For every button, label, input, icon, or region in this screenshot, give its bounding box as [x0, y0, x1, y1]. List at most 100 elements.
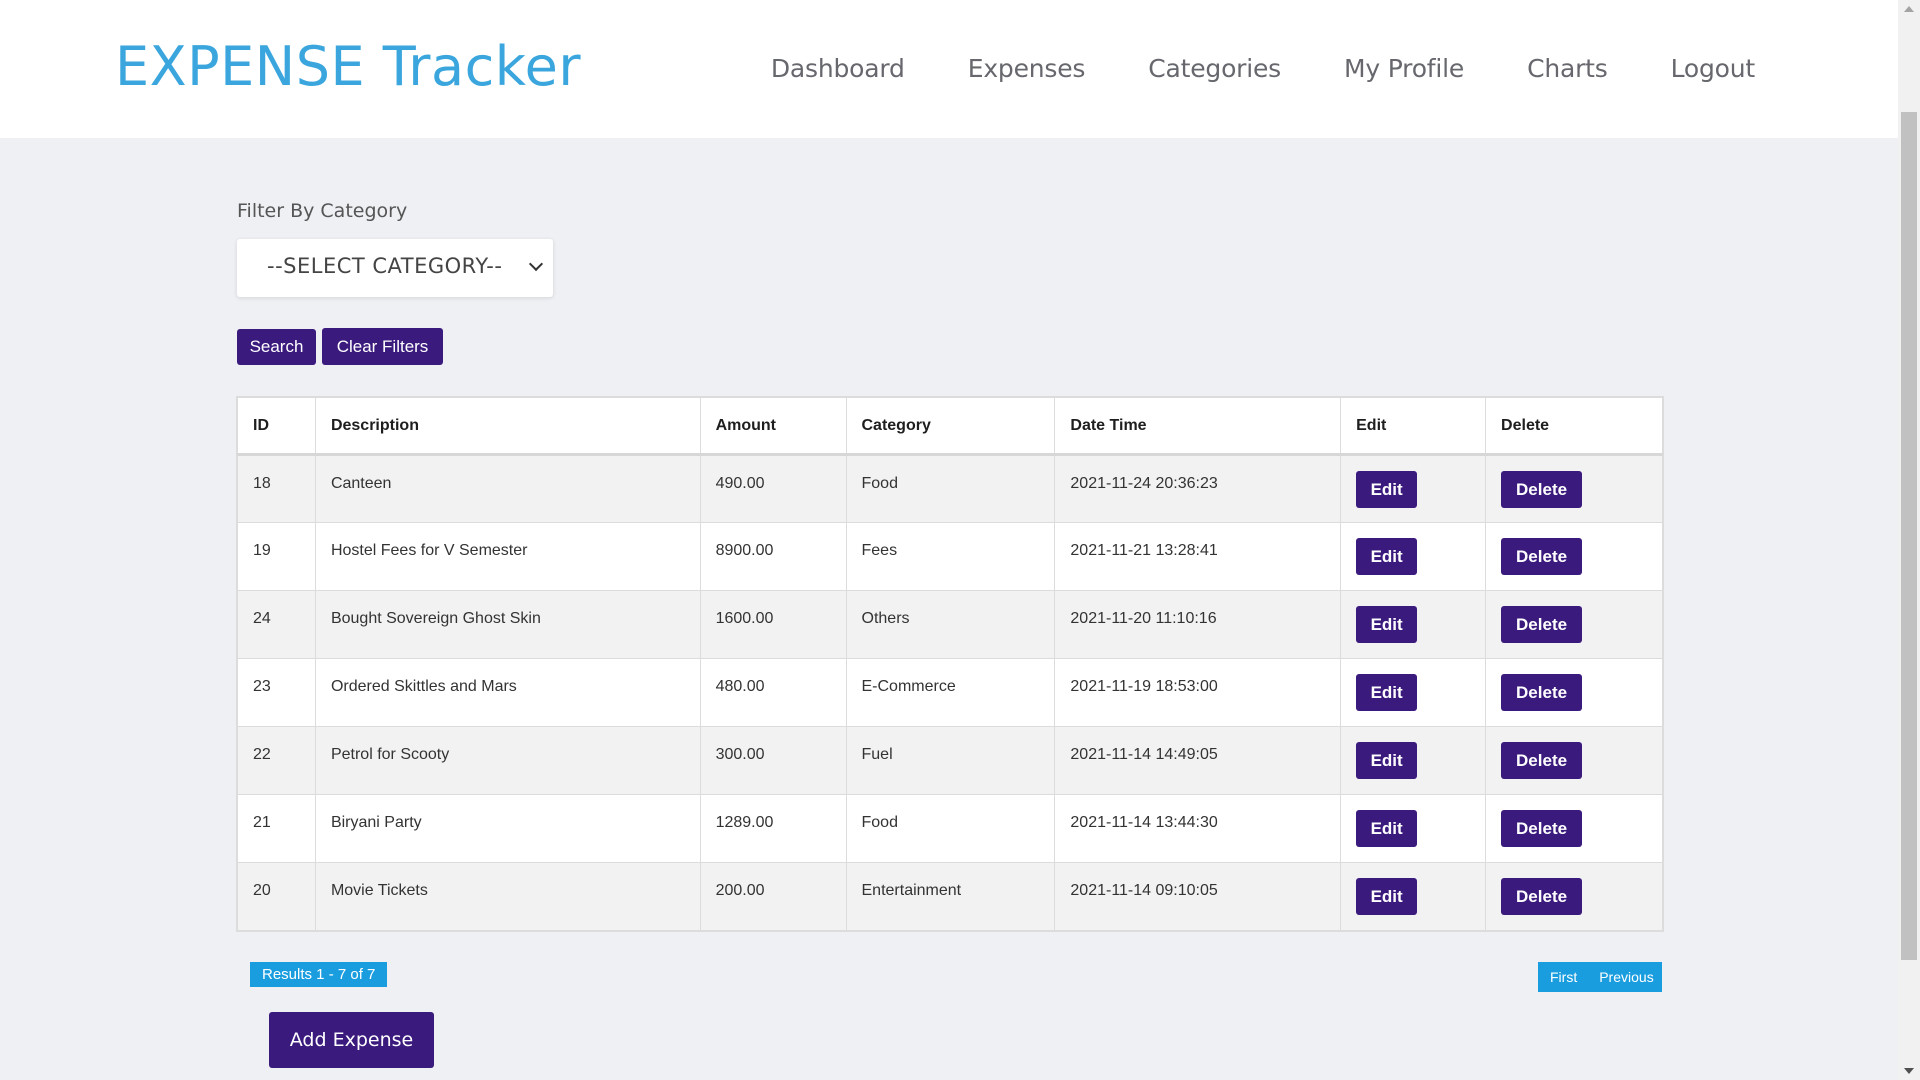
cell-edit: Edit — [1340, 794, 1487, 863]
filter-label: Filter By Category — [237, 200, 408, 222]
cell-amount: 1600.00 — [699, 590, 847, 659]
cell-amount: 1289.00 — [699, 794, 847, 863]
cell-edit: Edit — [1340, 590, 1487, 659]
scroll-up-arrow-icon[interactable] — [1904, 6, 1914, 12]
clear-filters-button[interactable]: Clear Filters — [322, 328, 443, 365]
nav-charts[interactable]: Charts — [1527, 54, 1608, 83]
cell-delete: Delete — [1485, 522, 1663, 591]
column-header-amount: Amount — [699, 397, 847, 455]
delete-button[interactable]: Delete — [1501, 878, 1583, 915]
table-row: 23 Ordered Skittles and Mars 480.00 E-Co… — [237, 658, 1663, 727]
table-row: 19 Hostel Fees for V Semester 8900.00 Fe… — [237, 522, 1663, 591]
cell-id: 21 — [237, 794, 316, 863]
scroll-down-arrow-icon[interactable] — [1904, 1068, 1914, 1074]
delete-button[interactable]: Delete — [1501, 471, 1583, 508]
cell-description: Petrol for Scooty — [314, 726, 701, 795]
cell-edit: Edit — [1340, 726, 1487, 795]
search-button[interactable]: Search — [237, 329, 316, 365]
cell-category: Entertainment — [845, 862, 1056, 931]
cell-datetime: 2021-11-19 18:53:00 — [1054, 658, 1342, 727]
cell-amount: 200.00 — [699, 862, 847, 931]
cell-description: Movie Tickets — [314, 862, 701, 931]
table-row: 18 Canteen 490.00 Food 2021-11-24 20:36:… — [237, 454, 1663, 523]
column-header-delete: Delete — [1485, 397, 1663, 455]
cell-amount: 8900.00 — [699, 522, 847, 591]
brand-logo[interactable]: EXPENSE Tracker — [115, 34, 581, 100]
cell-category: Fuel — [845, 726, 1056, 795]
column-header-category: Category — [845, 397, 1056, 455]
cell-delete: Delete — [1485, 726, 1663, 795]
nav-logout[interactable]: Logout — [1671, 54, 1756, 83]
table-row: 24 Bought Sovereign Ghost Skin 1600.00 O… — [237, 590, 1663, 659]
cell-category: Fees — [845, 522, 1056, 591]
cell-datetime: 2021-11-14 09:10:05 — [1054, 862, 1342, 931]
edit-button[interactable]: Edit — [1356, 878, 1418, 915]
delete-button[interactable]: Delete — [1501, 674, 1583, 711]
cell-category: E-Commerce — [845, 658, 1056, 727]
site-header: EXPENSE Tracker Dashboard Expenses Categ… — [0, 0, 1898, 138]
cell-id: 22 — [237, 726, 316, 795]
cell-id: 18 — [237, 454, 316, 523]
column-header-edit: Edit — [1340, 397, 1487, 455]
cell-id: 19 — [237, 522, 316, 591]
table-row: 20 Movie Tickets 200.00 Entertainment 20… — [237, 862, 1663, 931]
results-count-badge: Results 1 - 7 of 7 — [250, 962, 388, 987]
pagination-first[interactable]: First — [1550, 962, 1577, 992]
pagination: First Previous — [1538, 962, 1662, 992]
edit-button[interactable]: Edit — [1356, 810, 1418, 847]
cell-amount: 480.00 — [699, 658, 847, 727]
table-row: 21 Biryani Party 1289.00 Food 2021-11-14… — [237, 794, 1663, 863]
chevron-down-icon — [528, 256, 544, 272]
edit-button[interactable]: Edit — [1356, 471, 1418, 508]
cell-delete: Delete — [1485, 658, 1663, 727]
category-select-value: --SELECT CATEGORY-- — [267, 254, 503, 278]
add-expense-button[interactable]: Add Expense — [269, 1012, 434, 1068]
delete-button[interactable]: Delete — [1501, 538, 1583, 575]
vertical-scrollbar[interactable] — [1898, 0, 1920, 1080]
cell-datetime: 2021-11-24 20:36:23 — [1054, 454, 1342, 523]
delete-button[interactable]: Delete — [1501, 606, 1583, 643]
category-select[interactable]: --SELECT CATEGORY-- — [237, 239, 553, 297]
cell-edit: Edit — [1340, 522, 1487, 591]
nav-my-profile[interactable]: My Profile — [1344, 54, 1464, 83]
cell-amount: 490.00 — [699, 454, 847, 523]
edit-button[interactable]: Edit — [1356, 606, 1418, 643]
cell-delete: Delete — [1485, 862, 1663, 931]
edit-button[interactable]: Edit — [1356, 538, 1418, 575]
cell-delete: Delete — [1485, 794, 1663, 863]
cell-amount: 300.00 — [699, 726, 847, 795]
nav-categories[interactable]: Categories — [1148, 54, 1281, 83]
cell-datetime: 2021-11-14 13:44:30 — [1054, 794, 1342, 863]
delete-button[interactable]: Delete — [1501, 742, 1583, 779]
nav-expenses[interactable]: Expenses — [968, 54, 1086, 83]
edit-button[interactable]: Edit — [1356, 674, 1418, 711]
cell-description: Hostel Fees for V Semester — [314, 522, 701, 591]
edit-button[interactable]: Edit — [1356, 742, 1418, 779]
cell-description: Canteen — [314, 454, 701, 523]
column-header-description: Description — [314, 397, 701, 455]
cell-category: Food — [845, 454, 1056, 523]
column-header-datetime: Date Time — [1054, 397, 1342, 455]
table-header-row: ID Description Amount Category Date Time… — [237, 397, 1663, 455]
cell-description: Biryani Party — [314, 794, 701, 863]
nav-dashboard[interactable]: Dashboard — [771, 54, 905, 83]
main-nav: Dashboard Expenses Categories My Profile… — [771, 46, 1755, 90]
delete-button[interactable]: Delete — [1501, 810, 1583, 847]
cell-delete: Delete — [1485, 590, 1663, 659]
scrollbar-thumb[interactable] — [1901, 112, 1917, 960]
cell-edit: Edit — [1340, 862, 1487, 931]
cell-description: Ordered Skittles and Mars — [314, 658, 701, 727]
cell-edit: Edit — [1340, 454, 1487, 523]
cell-datetime: 2021-11-14 14:49:05 — [1054, 726, 1342, 795]
pagination-previous[interactable]: Previous — [1599, 962, 1653, 992]
cell-id: 20 — [237, 862, 316, 931]
cell-id: 24 — [237, 590, 316, 659]
expenses-table: ID Description Amount Category Date Time… — [237, 397, 1663, 931]
expenses-table-container: ID Description Amount Category Date Time… — [236, 396, 1664, 932]
cell-id: 23 — [237, 658, 316, 727]
cell-datetime: 2021-11-20 11:10:16 — [1054, 590, 1342, 659]
cell-edit: Edit — [1340, 658, 1487, 727]
column-header-id: ID — [237, 397, 316, 455]
cell-datetime: 2021-11-21 13:28:41 — [1054, 522, 1342, 591]
cell-category: Food — [845, 794, 1056, 863]
